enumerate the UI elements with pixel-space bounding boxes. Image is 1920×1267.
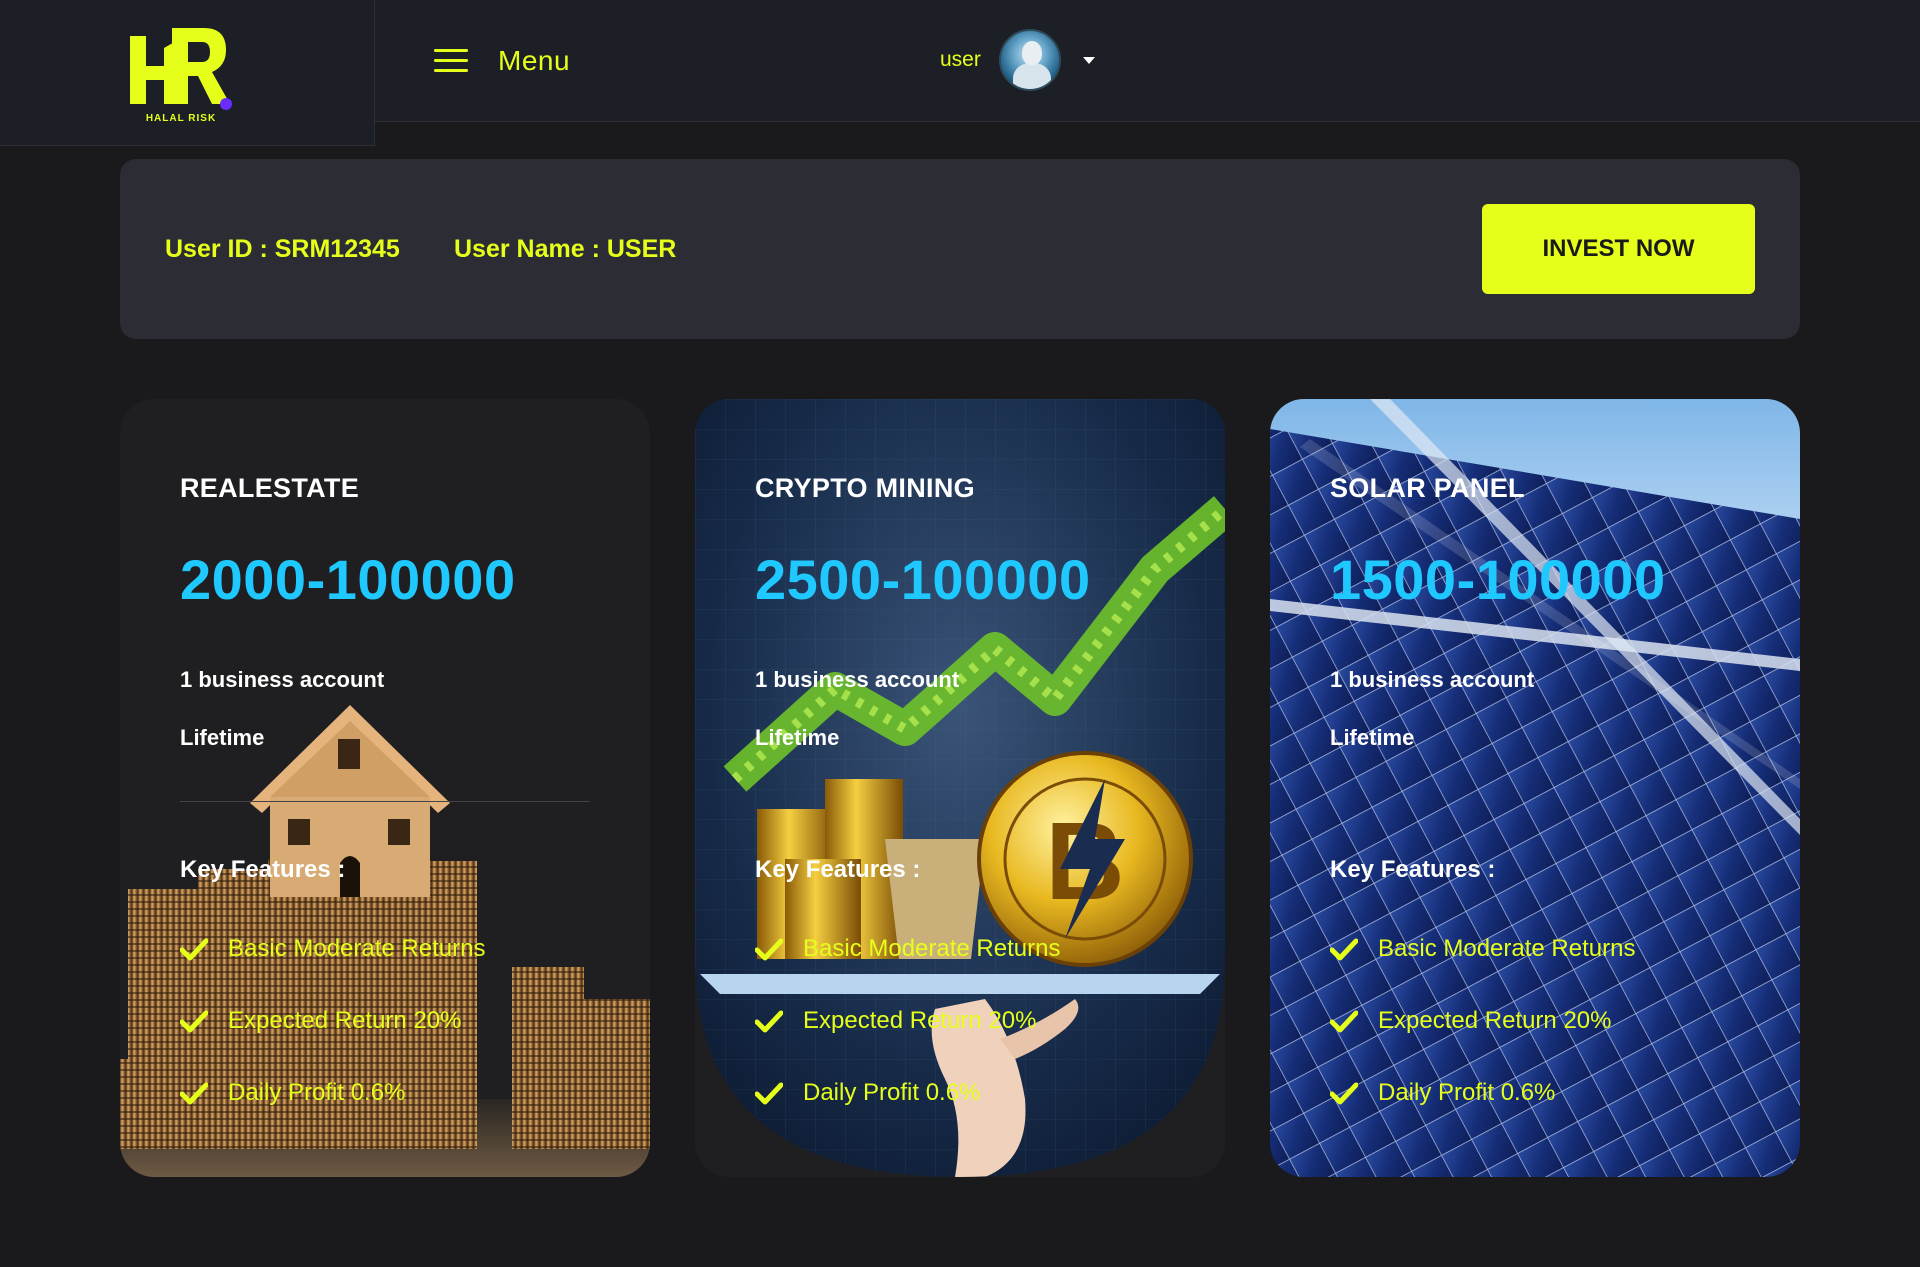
plan-card-realestate[interactable]: REALESTATE 2000-100000 1 business accoun… bbox=[120, 399, 650, 1177]
halal-risk-logo: HALAL RISK bbox=[130, 28, 232, 124]
plan-card-content: CRYPTO MINING 2500-100000 1 business acc… bbox=[755, 399, 1185, 1177]
user-avatar-icon[interactable] bbox=[998, 29, 1061, 91]
plan-title: CRYPTO MINING bbox=[755, 473, 975, 503]
feature-item: Basic Moderate Returns bbox=[1330, 935, 1635, 963]
check-icon bbox=[755, 1082, 783, 1105]
feature-text: Expected Return 20% bbox=[803, 1007, 1037, 1034]
key-features-heading: Key Features : bbox=[180, 856, 346, 883]
feature-item: Basic Moderate Returns bbox=[180, 935, 485, 963]
user-name-text: User Name : USER bbox=[454, 235, 677, 263]
plan-card-crypto-mining[interactable]: B CRYPTO MINING 2500-100000 1 business a… bbox=[695, 399, 1225, 1177]
caret-down-icon[interactable] bbox=[1082, 56, 1095, 64]
check-icon bbox=[180, 938, 208, 961]
user-dropdown[interactable]: user bbox=[940, 28, 1095, 92]
feature-text: Daily Profit 0.6% bbox=[228, 1079, 406, 1106]
key-features-heading: Key Features : bbox=[755, 856, 921, 883]
check-icon bbox=[755, 1010, 783, 1033]
feature-text: Basic Moderate Returns bbox=[803, 935, 1061, 962]
feature-text: Expected Return 20% bbox=[1378, 1007, 1612, 1034]
plan-price-range: 2500-100000 bbox=[755, 548, 1091, 611]
feature-text: Expected Return 20% bbox=[228, 1007, 462, 1034]
plan-title: SOLAR PANEL bbox=[1330, 473, 1525, 503]
feature-item: Daily Profit 0.6% bbox=[755, 1079, 980, 1107]
plan-account: 1 business account bbox=[1330, 667, 1535, 692]
account-info-bar: User ID : SRM12345 User Name : USER INVE… bbox=[120, 159, 1800, 339]
feature-text: Basic Moderate Returns bbox=[1378, 935, 1636, 962]
plan-duration: Lifetime bbox=[1330, 725, 1415, 750]
check-icon bbox=[180, 1010, 208, 1033]
logo-container[interactable]: HALAL RISK bbox=[0, 0, 375, 146]
plan-account: 1 business account bbox=[180, 667, 385, 692]
plan-price-range: 2000-100000 bbox=[180, 548, 516, 611]
plan-card-content: REALESTATE 2000-100000 1 business accoun… bbox=[180, 399, 610, 1177]
feature-text: Basic Moderate Returns bbox=[228, 935, 486, 962]
feature-item: Expected Return 20% bbox=[180, 1007, 461, 1035]
check-icon bbox=[180, 1082, 208, 1105]
check-icon bbox=[1330, 1082, 1358, 1105]
menu-button[interactable]: Menu bbox=[434, 40, 570, 82]
user-name-label[interactable]: user bbox=[940, 48, 981, 72]
key-features-heading: Key Features : bbox=[1330, 856, 1496, 883]
plan-card-content: SOLAR PANEL 1500-100000 1 business accou… bbox=[1330, 399, 1760, 1177]
feature-item: Daily Profit 0.6% bbox=[180, 1079, 405, 1107]
plan-account: 1 business account bbox=[755, 667, 960, 692]
feature-text: Daily Profit 0.6% bbox=[1378, 1079, 1556, 1106]
divider bbox=[180, 801, 590, 802]
menu-label[interactable]: Menu bbox=[498, 45, 570, 77]
check-icon bbox=[1330, 1010, 1358, 1033]
svg-text:HALAL RISK: HALAL RISK bbox=[146, 113, 216, 124]
plan-duration: Lifetime bbox=[180, 725, 265, 750]
check-icon bbox=[1330, 938, 1358, 961]
user-id-text: User ID : SRM12345 bbox=[165, 235, 400, 263]
feature-text: Daily Profit 0.6% bbox=[803, 1079, 981, 1106]
plan-card-solar-panel[interactable]: SOLAR PANEL 1500-100000 1 business accou… bbox=[1270, 399, 1800, 1177]
feature-item: Expected Return 20% bbox=[755, 1007, 1036, 1035]
plan-title: REALESTATE bbox=[180, 473, 360, 503]
feature-item: Expected Return 20% bbox=[1330, 1007, 1611, 1035]
plan-duration: Lifetime bbox=[755, 725, 840, 750]
check-icon bbox=[755, 938, 783, 961]
plan-price-range: 1500-100000 bbox=[1330, 548, 1666, 611]
hamburger-icon[interactable] bbox=[434, 49, 468, 73]
feature-item: Basic Moderate Returns bbox=[755, 935, 1060, 963]
invest-now-button[interactable]: INVEST NOW bbox=[1482, 204, 1755, 294]
feature-item: Daily Profit 0.6% bbox=[1330, 1079, 1555, 1107]
